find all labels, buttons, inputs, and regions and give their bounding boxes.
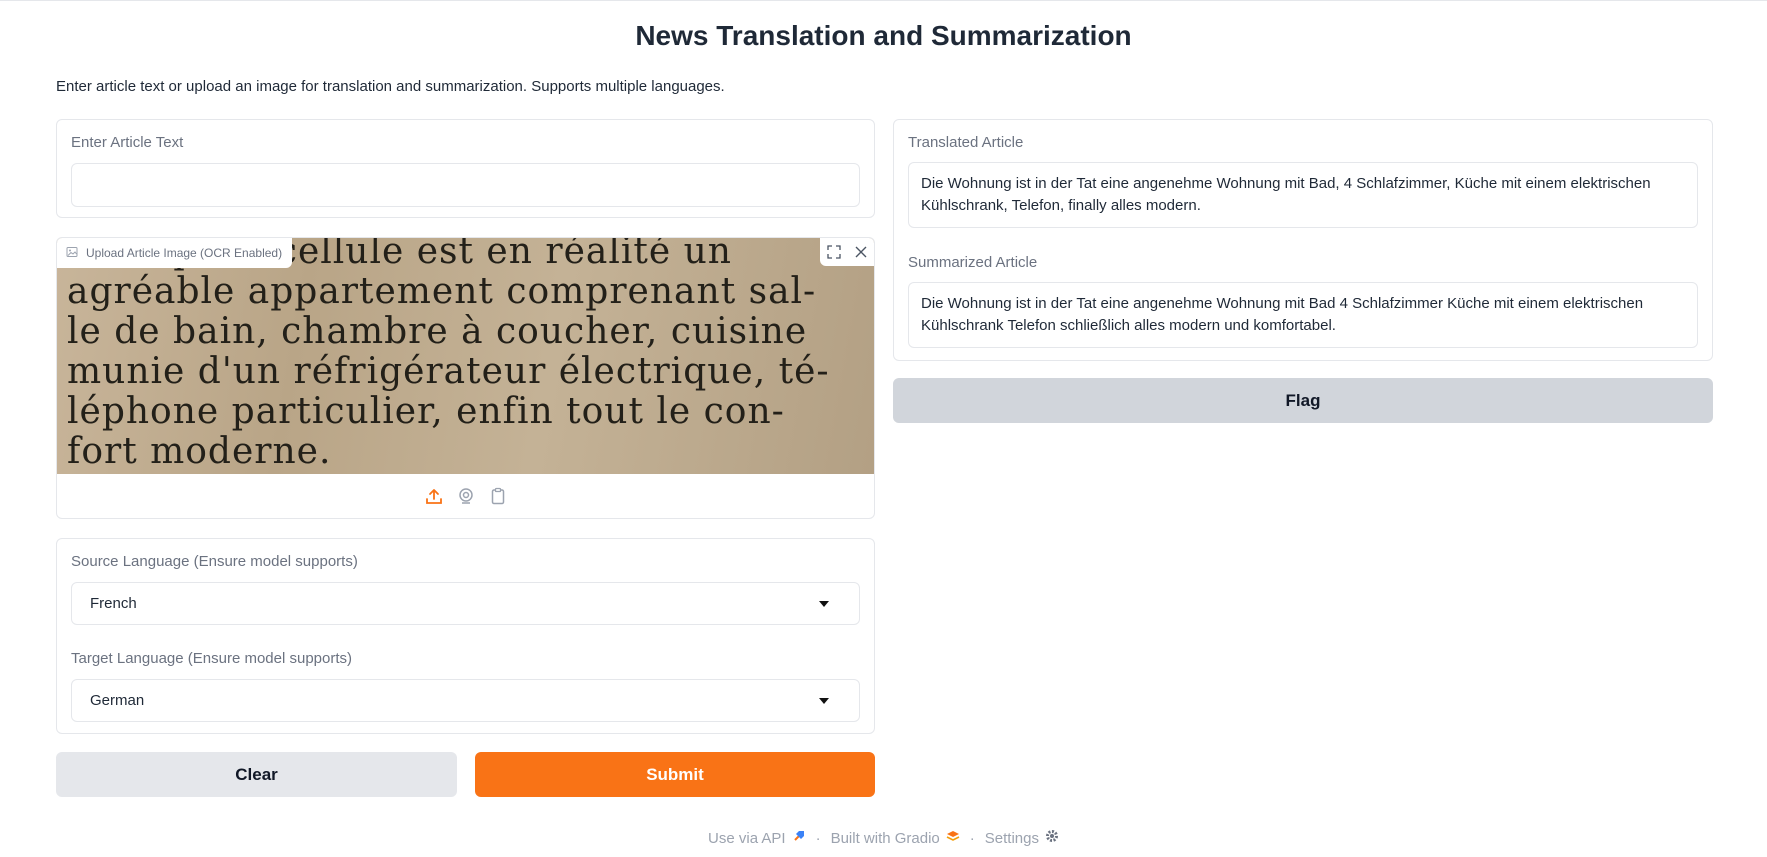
rocket-icon xyxy=(792,829,806,847)
translated-article-label: Translated Article xyxy=(908,134,1024,151)
gear-icon xyxy=(1045,829,1059,847)
target-language-label: Target Language (Ensure model supports) xyxy=(71,650,353,667)
image-icon xyxy=(66,246,78,261)
settings-link[interactable]: Settings xyxy=(985,829,1059,847)
page-description: Enter article text or upload an image fo… xyxy=(56,78,725,95)
language-panel: Source Language (Ensure model supports) … xyxy=(56,538,875,734)
article-text-panel: Enter Article Text xyxy=(56,119,875,218)
translated-article-output[interactable]: Die Wohnung ist in der Tat eine angenehm… xyxy=(908,162,1698,228)
top-border xyxy=(0,0,1767,1)
chevron-down-icon xyxy=(819,698,829,704)
fullscreen-icon[interactable] xyxy=(824,242,844,262)
image-source-bar xyxy=(57,474,874,518)
article-image-line: léphone particulier, enfin tout le con- xyxy=(67,391,785,432)
built-with-gradio-link[interactable]: Built with Gradio xyxy=(831,829,960,847)
image-upload-label: Upload Article Image (OCR Enabled) xyxy=(86,246,283,260)
source-language-value: French xyxy=(90,595,137,612)
article-text-label: Enter Article Text xyxy=(71,134,184,151)
footer-separator: · xyxy=(815,829,821,847)
article-image-line: le de bain, chambre à coucher, cuisine xyxy=(67,311,808,352)
built-with-gradio-label: Built with Gradio xyxy=(830,829,940,847)
image-upload-panel[interactable]: eser qu sa cellule est en réalité un agré… xyxy=(56,237,875,519)
footer-separator: · xyxy=(969,829,975,847)
article-image: eser qu sa cellule est en réalité un agré… xyxy=(57,238,874,474)
gradio-logo-icon xyxy=(946,829,960,847)
target-language-dropdown[interactable]: German xyxy=(71,679,860,722)
webcam-icon[interactable] xyxy=(456,486,476,506)
submit-button[interactable]: Submit xyxy=(475,752,875,797)
article-image-line: agréable appartement comprenant sal- xyxy=(67,271,817,312)
summarized-article-label: Summarized Article xyxy=(908,254,1038,271)
close-icon[interactable] xyxy=(851,242,871,262)
footer: Use via API · Built with Gradio · Settin… xyxy=(0,829,1767,847)
flag-button[interactable]: Flag xyxy=(893,378,1713,423)
article-text-input[interactable] xyxy=(71,163,860,207)
upload-icon[interactable] xyxy=(424,486,444,506)
clipboard-icon[interactable] xyxy=(488,486,508,506)
source-language-dropdown[interactable]: French xyxy=(71,582,860,625)
source-language-label: Source Language (Ensure model supports) xyxy=(71,553,358,570)
article-image-line: munie d'un réfrigérateur électrique, té- xyxy=(67,351,830,392)
article-image-line: fort moderne. xyxy=(67,431,332,472)
use-via-api-link[interactable]: Use via API xyxy=(708,829,806,847)
output-panel: Translated Article Die Wohnung ist in de… xyxy=(893,119,1713,361)
image-label-badge: Upload Article Image (OCR Enabled) xyxy=(57,238,293,268)
settings-label: Settings xyxy=(984,829,1039,847)
summarized-article-output[interactable]: Die Wohnung ist in der Tat eine angenehm… xyxy=(908,282,1698,348)
target-language-value: German xyxy=(90,692,145,709)
clear-button[interactable]: Clear xyxy=(56,752,457,797)
chevron-down-icon xyxy=(819,601,829,607)
page-title: News Translation and Summarization xyxy=(635,20,1132,51)
image-toolbar xyxy=(820,238,874,266)
use-via-api-label: Use via API xyxy=(708,829,786,847)
article-image-text: eser qu sa cellule est en réalité un agré… xyxy=(67,238,830,472)
